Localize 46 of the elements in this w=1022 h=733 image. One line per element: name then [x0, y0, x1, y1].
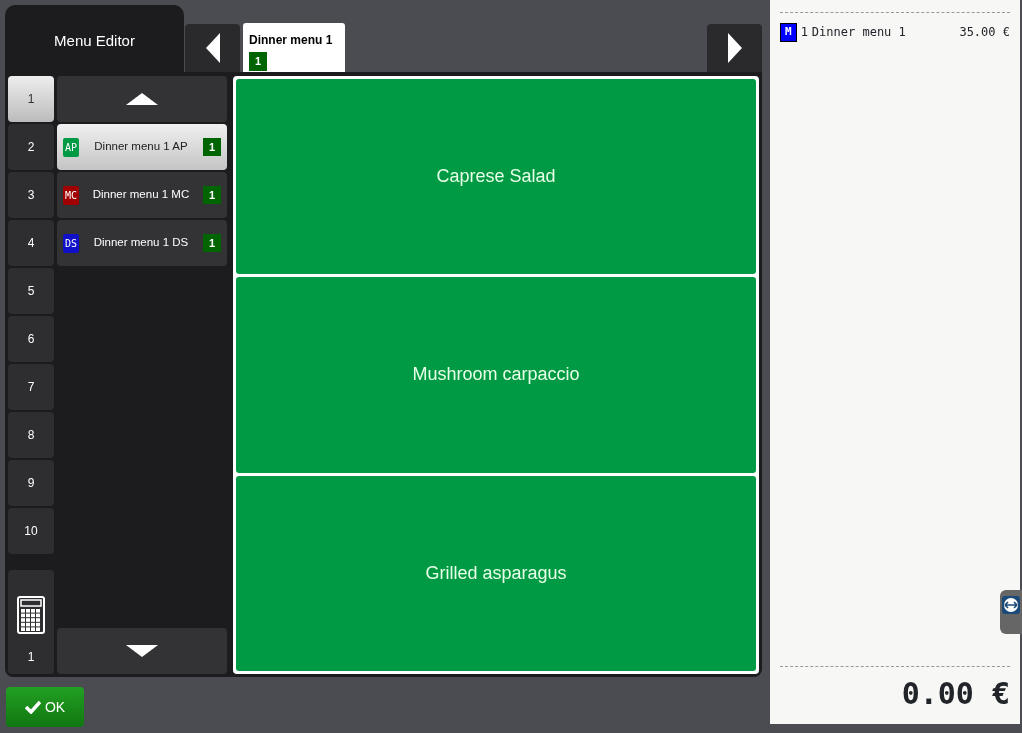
- number-button[interactable]: 4: [8, 220, 54, 266]
- up-arrow-icon: [126, 93, 158, 105]
- number-button[interactable]: 6: [8, 316, 54, 362]
- count-badge: 1: [202, 185, 221, 205]
- next-button[interactable]: [707, 24, 762, 72]
- previous-button[interactable]: [185, 24, 240, 72]
- down-arrow-icon: [126, 645, 158, 657]
- item-label: Dinner menu 1 AP: [93, 139, 189, 155]
- menu-tab[interactable]: Dinner menu 1 1: [243, 23, 345, 72]
- count-badge: 1: [202, 233, 221, 253]
- count-badge: 1: [202, 137, 221, 157]
- calculator-icon: [17, 596, 45, 634]
- double-arrow-icon: [1002, 596, 1020, 614]
- number-button[interactable]: 1: [8, 76, 54, 122]
- side-tab[interactable]: [1000, 590, 1022, 634]
- code-tag: AP: [63, 137, 80, 157]
- scroll-down-button[interactable]: [57, 628, 227, 674]
- code-tag: DS: [63, 233, 80, 253]
- calculator-value: 1: [27, 649, 35, 666]
- checkmark-icon: [24, 700, 41, 714]
- number-button[interactable]: 7: [8, 364, 54, 410]
- panel-title: Menu Editor: [5, 5, 184, 72]
- receipt-total: 0.00 €: [900, 675, 1010, 713]
- line-item-name: Dinner menu 1: [811, 24, 907, 42]
- calculator-button[interactable]: 1: [8, 570, 54, 674]
- tab-label: Dinner menu 1: [249, 32, 334, 50]
- number-button[interactable]: 8: [8, 412, 54, 458]
- menu-list-item[interactable]: DS Dinner menu 1 DS 1: [57, 220, 227, 266]
- code-tag: MC: [63, 185, 80, 205]
- item-label: Dinner menu 1 MC: [91, 187, 191, 203]
- item-type-tag: M: [780, 23, 797, 42]
- number-button[interactable]: 9: [8, 460, 54, 506]
- scroll-up-button[interactable]: [57, 76, 227, 122]
- number-button[interactable]: 3: [8, 172, 54, 218]
- count-badge: 1: [249, 52, 268, 71]
- ok-button[interactable]: OK: [6, 687, 84, 727]
- number-button[interactable]: 5: [8, 268, 54, 314]
- item-label: Dinner menu 1 DS: [92, 235, 190, 251]
- number-button[interactable]: 2: [8, 124, 54, 170]
- menu-list-item[interactable]: AP Dinner menu 1 AP 1: [57, 124, 227, 170]
- line-item-price: 35.00 €: [959, 24, 1010, 42]
- number-button[interactable]: 10: [8, 508, 54, 554]
- left-arrow-icon: [205, 33, 220, 63]
- menu-list-item[interactable]: MC Dinner menu 1 MC 1: [57, 172, 227, 218]
- right-arrow-icon: [727, 33, 742, 63]
- quantity: 1: [800, 24, 808, 42]
